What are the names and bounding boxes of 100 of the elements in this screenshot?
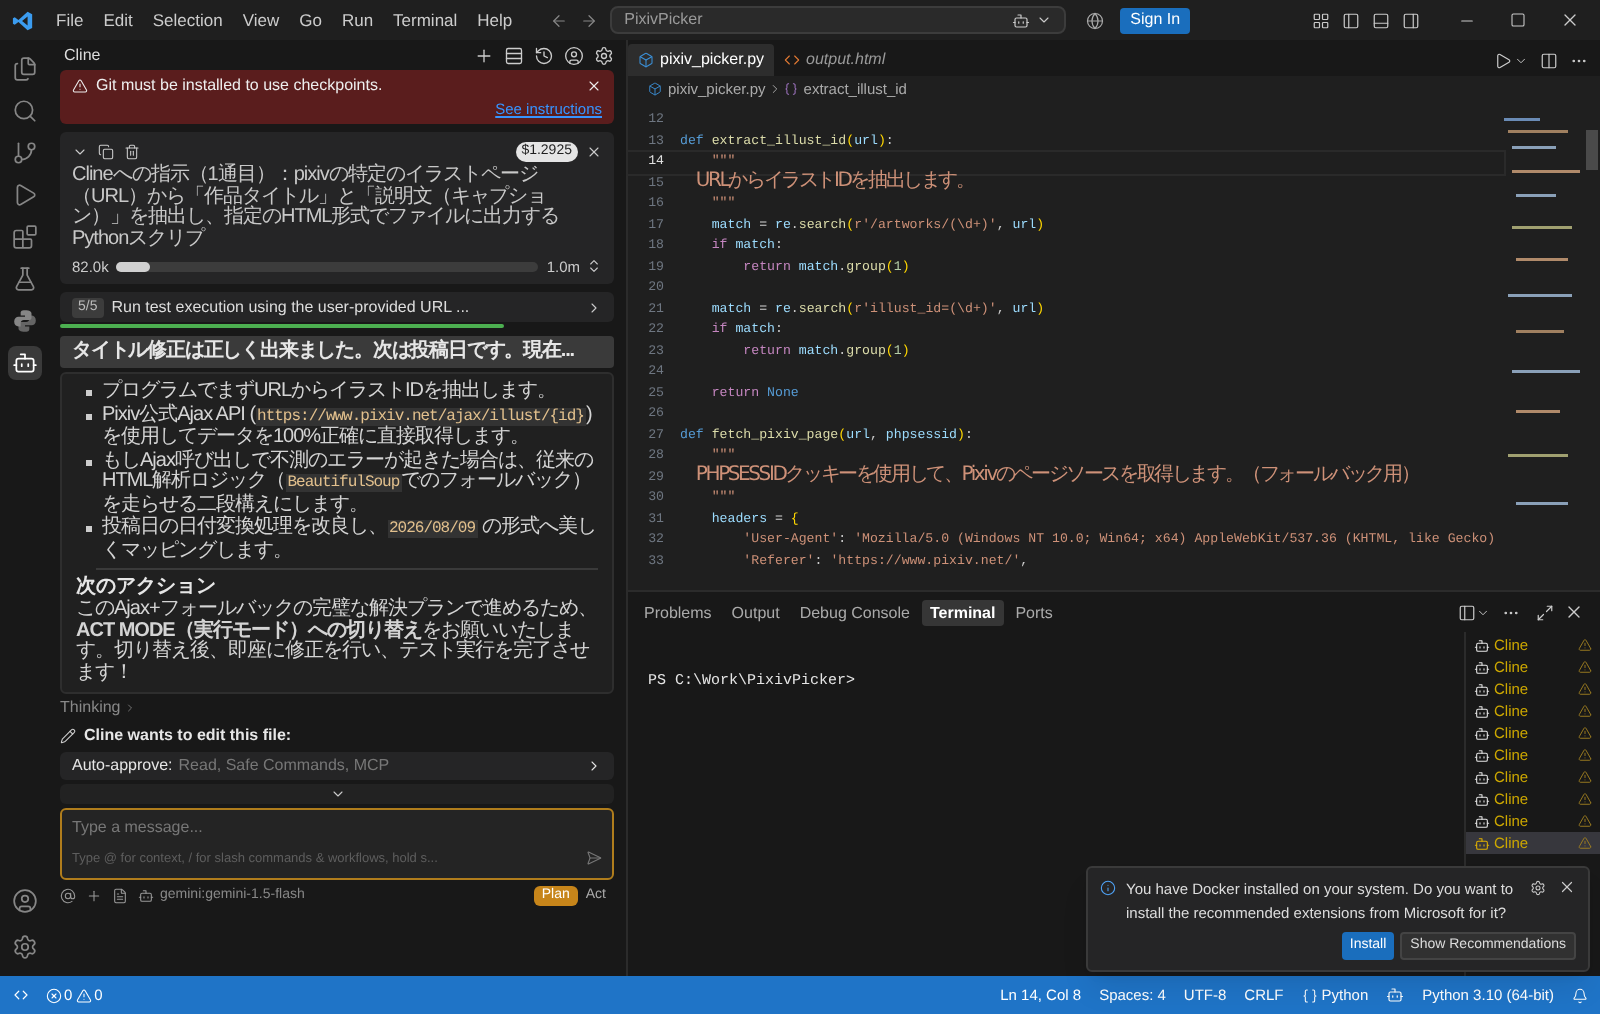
warning-icon [1578,836,1592,850]
robot-icon [1474,791,1490,807]
bullet-icon [86,413,92,420]
panel-tab[interactable]: Output [723,599,788,625]
menu-item[interactable]: Run [331,7,384,33]
panel-right-icon[interactable] [1402,11,1420,29]
panel-title: Cline [64,43,101,67]
back-icon[interactable] [550,11,569,29]
flask-icon[interactable] [11,266,37,292]
menu-item[interactable]: File [46,7,94,33]
bullet-icon [86,526,92,533]
account-icon[interactable] [564,45,584,65]
close-icon[interactable] [586,144,602,161]
panel-tab[interactable]: Ports [1007,599,1061,625]
python-icon[interactable] [11,308,37,334]
at-icon[interactable] [60,888,76,905]
send-icon[interactable] [586,850,602,867]
files-icon[interactable] [11,56,37,82]
restore-icon[interactable] [1510,12,1526,28]
remote-icon[interactable] [12,986,30,1004]
thinking-label[interactable]: Thinking [60,696,121,721]
chevron-right-icon [586,758,602,775]
trash-icon[interactable] [124,144,140,161]
extensions-icon[interactable] [11,224,37,250]
robot-icon [1474,813,1490,829]
command-center[interactable]: PixivPicker [610,6,1067,34]
panel-tab[interactable]: Problems [636,599,720,625]
menu-item[interactable]: Terminal [383,7,468,33]
warning-icon [1578,660,1592,674]
warning-icon[interactable] [76,987,93,1003]
menu-item[interactable]: View [232,7,290,33]
plus-icon[interactable] [474,45,494,65]
chevron-down-icon[interactable] [1036,12,1053,28]
step-label: Run test execution using the user-provided URL ... [111,295,470,320]
history-icon[interactable] [534,45,554,65]
source-control-icon[interactable] [11,140,37,166]
warning-icon [1578,704,1592,718]
warning-icon [1578,682,1592,696]
scrollbar[interactable] [1586,130,1598,170]
next-action-text: このAjax+フォールバックの完璧な解決プランで進めるため、ACT MODE（実行モード）への切り替えをお願いいたします。切り替え後、即座に修正を行い、テスト実行を完了させます！ [76,600,598,685]
bell-icon[interactable] [1572,987,1588,1003]
chevron-down-icon[interactable] [1514,53,1528,67]
pencil-icon [60,728,76,745]
settings-icon[interactable] [11,934,37,960]
panel-bottom-icon[interactable] [1372,11,1390,29]
app-logo-icon [12,9,34,31]
list-item-text: もしAjax呼び出しで不測のエラーが起きた場合は、従来のHTML解析ロジック（BeautifulSoupでのフォールバック）を走らせる二段構えにします。 [102,451,595,516]
split-terminal-icon[interactable] [1458,603,1476,621]
robot-icon [1474,681,1490,697]
edit-notice: Cline wants to edit this file: [84,724,292,749]
function-icon [783,82,798,96]
panel-tab[interactable]: Debug Console [791,599,918,625]
globe-icon[interactable] [1086,11,1105,29]
settings-icon[interactable] [1530,880,1546,896]
panel-left-icon[interactable] [1342,11,1360,29]
panel-tab[interactable]: Terminal [921,599,1004,625]
document-icon[interactable] [112,888,128,905]
settings-icon[interactable] [594,45,614,65]
split-editor-icon[interactable] [1540,51,1558,69]
list-icon[interactable] [504,45,524,65]
robot-icon [1474,769,1490,785]
code-icon [784,52,801,68]
robot-icon [1474,659,1490,675]
warning-icon [1578,748,1592,762]
menu-item[interactable]: Help [467,7,523,33]
forward-icon[interactable] [580,11,599,29]
chevron-right-icon [586,299,602,316]
run-debug-icon[interactable] [11,182,37,208]
close-icon[interactable] [1560,10,1580,30]
close-icon[interactable] [1558,878,1576,896]
maximize-icon[interactable] [1536,603,1554,621]
robot-icon [1474,637,1490,653]
search-icon[interactable] [11,98,37,124]
expand-icon[interactable] [586,258,602,275]
info-icon [1100,880,1116,896]
auto-approve-button[interactable]: Auto-approve: Read, Safe Commands, MCP [60,752,614,781]
account-icon[interactable] [11,888,37,914]
layout-icon[interactable] [1312,11,1330,29]
robot-icon[interactable] [11,350,37,376]
list-item-text: 投稿日の日付変換処理を改良し、2026/08/09 の形式へ美しくマッピングします。 [102,518,598,563]
warning-icon [72,78,88,94]
close-icon[interactable] [1564,602,1584,622]
warning-icon [1578,814,1592,828]
bullet-icon [86,390,92,397]
error-icon[interactable] [46,987,62,1003]
robot-icon [1474,835,1490,851]
editor-tab[interactable]: output.html [774,44,896,76]
menu-item[interactable]: Edit [93,7,143,33]
editor-tab[interactable]: pixiv_picker.py [628,44,775,76]
menu-item[interactable]: Go [289,7,332,33]
plus-icon[interactable] [86,888,102,905]
warning-icon [1578,726,1592,740]
run-icon[interactable] [1494,51,1512,69]
chevron-down-icon[interactable] [1476,605,1490,619]
menu-item[interactable]: Selection [142,7,233,33]
copy-icon[interactable] [98,144,114,161]
warning-icon [1578,638,1592,652]
sign-in-button[interactable]: Sign In [1120,7,1191,33]
braces-icon[interactable] [1301,987,1318,1003]
robot-icon [1474,703,1490,719]
